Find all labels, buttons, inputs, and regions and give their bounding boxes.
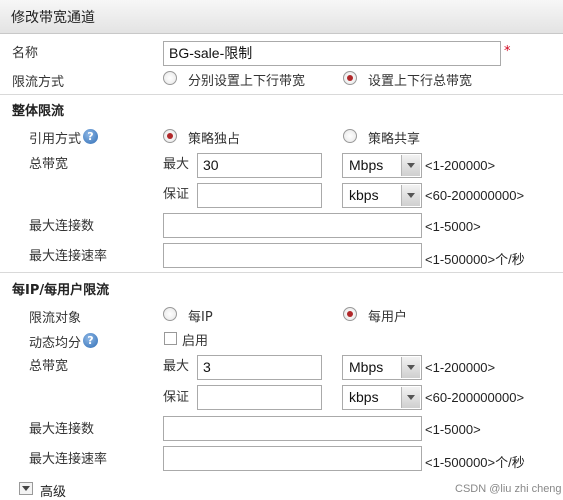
per-ip-max-connection-rate-input[interactable] [163, 446, 422, 471]
guarantee-bandwidth-range: <60-200000000> [425, 188, 525, 203]
radio-policy-shared-label: 策略共享 [368, 132, 421, 147]
max-bandwidth-unit-select[interactable]: Mbps [342, 153, 422, 178]
per-ip-max-connections-range: <1-5000> [425, 422, 481, 437]
radio-policy-shared[interactable] [343, 129, 357, 143]
per-ip-max-bandwidth-range: <1-200000> [425, 360, 496, 375]
chevron-down-icon [401, 357, 420, 378]
ref-mode-label: 引用方式 [29, 132, 82, 147]
radio-policy-exclusive[interactable] [163, 129, 177, 143]
per-ip-max-connections-input[interactable] [163, 416, 422, 441]
watermark: CSDN @liu zhi cheng [455, 483, 562, 495]
dynamic-share-label: 动态均分 [29, 336, 82, 351]
advanced-expand-button[interactable] [19, 482, 33, 495]
per-ip-max-connection-rate-label: 最大连接速率 [29, 452, 108, 467]
per-ip-guarantee-bandwidth-unit-select[interactable]: kbps [342, 385, 422, 410]
per-ip-max-connection-rate-range: <1-500000>个/秒 [425, 455, 525, 470]
per-ip-max-bandwidth-unit-select[interactable]: Mbps [342, 355, 422, 380]
max-connections-input[interactable] [163, 213, 422, 238]
guarantee-bandwidth-unit-value: kbps [349, 187, 379, 203]
name-label: 名称 [12, 46, 39, 61]
radio-policy-exclusive-label: 策略独占 [188, 132, 241, 147]
per-ip-guarantee-bandwidth-range: <60-200000000> [425, 390, 525, 405]
help-icon[interactable]: ? [83, 129, 98, 144]
max-connections-label: 最大连接数 [29, 219, 95, 234]
per-ip-max-connections-label: 最大连接数 [29, 422, 95, 437]
divider [0, 272, 563, 273]
guarantee-bandwidth-input[interactable] [197, 183, 322, 208]
per-ip-max-bandwidth-label: 最大 [163, 359, 190, 374]
limit-mode-label: 限流方式 [12, 75, 65, 90]
max-bandwidth-label: 最大 [163, 157, 190, 172]
per-ip-max-bandwidth-unit-value: Mbps [349, 359, 384, 375]
chevron-down-icon [401, 185, 420, 206]
max-bandwidth-unit-value: Mbps [349, 157, 384, 173]
help-icon[interactable]: ? [83, 333, 98, 348]
radio-per-ip[interactable] [163, 307, 177, 321]
per-ip-guarantee-bandwidth-unit-value: kbps [349, 389, 379, 405]
radio-separate-bandwidth-label: 分别设置上下行带宽 [188, 74, 306, 89]
dialog-title: 修改带宽通道 [11, 10, 95, 26]
advanced-label[interactable]: 高级 [40, 481, 66, 500]
section-per-ip-title: 每IP/每用户限流 [12, 283, 110, 298]
per-ip-guarantee-bandwidth-label: 保证 [163, 390, 190, 405]
max-connections-range: <1-5000> [425, 219, 481, 234]
limit-target-label: 限流对象 [29, 311, 82, 326]
max-connection-rate-input[interactable] [163, 243, 422, 268]
per-ip-total-bandwidth-label: 总带宽 [29, 359, 69, 374]
name-input[interactable]: BG-sale-限制 [163, 41, 501, 66]
max-connection-rate-label: 最大连接速率 [29, 249, 108, 264]
divider [0, 94, 563, 95]
radio-per-ip-label: 每IP [188, 310, 213, 325]
radio-total-bandwidth-label: 设置上下行总带宽 [368, 74, 473, 89]
guarantee-bandwidth-unit-select[interactable]: kbps [342, 183, 422, 208]
max-bandwidth-input[interactable]: 30 [197, 153, 322, 178]
per-ip-guarantee-bandwidth-input[interactable] [197, 385, 322, 410]
guarantee-bandwidth-label: 保证 [163, 187, 190, 202]
radio-separate-bandwidth[interactable] [163, 71, 177, 85]
enable-checkbox[interactable] [164, 332, 177, 345]
radio-per-user-label: 每用户 [368, 310, 408, 325]
enable-checkbox-label: 启用 [182, 334, 209, 349]
radio-per-user[interactable] [343, 307, 357, 321]
per-ip-max-bandwidth-input[interactable]: 3 [197, 355, 322, 380]
max-bandwidth-range: <1-200000> [425, 158, 496, 173]
chevron-down-icon [401, 155, 420, 176]
required-mark: * [504, 44, 511, 59]
section-overall-title: 整体限流 [12, 104, 65, 119]
radio-total-bandwidth[interactable] [343, 71, 357, 85]
chevron-down-icon [401, 387, 420, 408]
total-bandwidth-label: 总带宽 [29, 157, 69, 172]
max-connection-rate-range: <1-500000>个/秒 [425, 252, 525, 267]
dialog-titlebar: 修改带宽通道 [0, 0, 563, 34]
